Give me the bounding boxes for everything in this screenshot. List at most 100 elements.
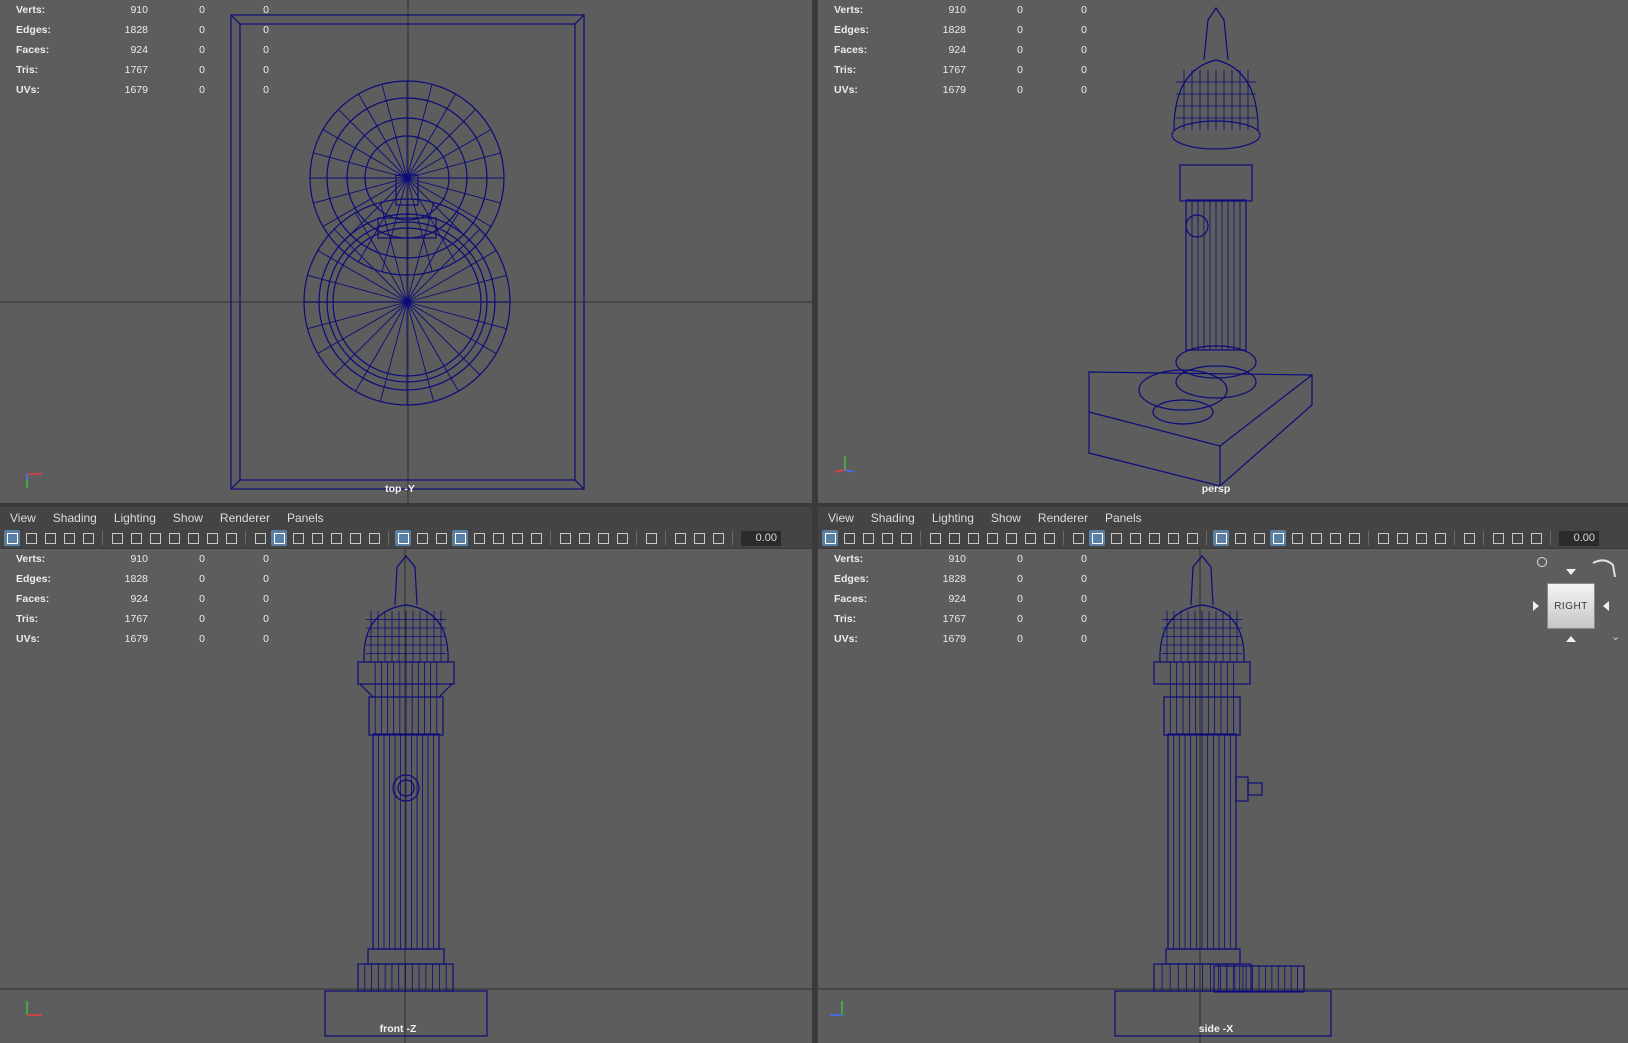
menu-show[interactable]: Show bbox=[173, 511, 203, 525]
viewcube-rotate-icon[interactable] bbox=[1589, 557, 1619, 587]
toolbar-tool-icon-10[interactable] bbox=[204, 530, 220, 546]
viewcube-arrow-down-icon[interactable] bbox=[1566, 636, 1576, 642]
viewcube[interactable]: RIGHT ⌄ bbox=[1533, 557, 1628, 647]
toolbar-tool-icon-19[interactable] bbox=[1213, 530, 1229, 546]
toolbar-tool-icon-33[interactable] bbox=[1509, 530, 1525, 546]
toolbar-tool-icon-31[interactable] bbox=[1461, 530, 1477, 546]
toolbar-tool-icon-6[interactable] bbox=[128, 530, 144, 546]
toolbar-tool-icon-22[interactable] bbox=[452, 530, 468, 546]
toolbar-tool-icon-28[interactable] bbox=[576, 530, 592, 546]
viewport-top[interactable]: Verts: 910 0 0 Edges: 1828 0 0 Faces: 924 0 0 Tris: 1… bbox=[0, 0, 812, 503]
toolbar-tool-icon-16[interactable] bbox=[1146, 530, 1162, 546]
viewcube-face-right[interactable]: RIGHT bbox=[1547, 583, 1595, 629]
toolbar-tool-icon-19[interactable] bbox=[395, 530, 411, 546]
menu-view[interactable]: View bbox=[10, 511, 36, 525]
exposure-field[interactable]: 0.00 bbox=[1559, 530, 1599, 546]
toolbar-tool-icon-0[interactable] bbox=[822, 530, 838, 546]
viewport-toolbar-side: 0.00 bbox=[818, 528, 1628, 548]
toolbar-tool-icon-10[interactable] bbox=[1022, 530, 1038, 546]
toolbar-tool-icon-16[interactable] bbox=[328, 530, 344, 546]
toolbar-tool-icon-21[interactable] bbox=[1251, 530, 1267, 546]
toolbar-tool-icon-32[interactable] bbox=[1490, 530, 1506, 546]
toolbar-tool-icon-29[interactable] bbox=[595, 530, 611, 546]
toolbar-tool-icon-7[interactable] bbox=[965, 530, 981, 546]
toolbar-tool-icon-4[interactable] bbox=[898, 530, 914, 546]
viewcube-arrow-left-icon[interactable] bbox=[1533, 601, 1539, 611]
toolbar-tool-icon-20[interactable] bbox=[1232, 530, 1248, 546]
viewport-front[interactable]: Verts: 910 0 0 Edges: 1828 0 0 Faces: 924 0 0 Tris: 1… bbox=[0, 549, 812, 1043]
toolbar-tool-icon-25[interactable] bbox=[1327, 530, 1343, 546]
toolbar-tool-icon-26[interactable] bbox=[528, 530, 544, 546]
toolbar-tool-icon-4[interactable] bbox=[80, 530, 96, 546]
toolbar-tool-icon-27[interactable] bbox=[557, 530, 573, 546]
toolbar-tool-icon-29[interactable] bbox=[1413, 530, 1429, 546]
toolbar-tool-icon-8[interactable] bbox=[166, 530, 182, 546]
toolbar-tool-icon-22[interactable] bbox=[1270, 530, 1286, 546]
toolbar-tool-icon-34[interactable] bbox=[1528, 530, 1544, 546]
toolbar-tool-icon-14[interactable] bbox=[1108, 530, 1124, 546]
toolbar-tool-icon-7[interactable] bbox=[147, 530, 163, 546]
toolbar-tool-icon-9[interactable] bbox=[185, 530, 201, 546]
toolbar-tool-icon-20[interactable] bbox=[414, 530, 430, 546]
toolbar-tool-icon-2[interactable] bbox=[860, 530, 876, 546]
toolbar-tool-icon-2[interactable] bbox=[42, 530, 58, 546]
toolbar-tool-icon-3[interactable] bbox=[879, 530, 895, 546]
toolbar-tool-icon-15[interactable] bbox=[309, 530, 325, 546]
toolbar-tool-icon-1[interactable] bbox=[23, 530, 39, 546]
viewcube-home-icon[interactable] bbox=[1537, 557, 1547, 567]
menu-renderer[interactable]: Renderer bbox=[220, 511, 270, 525]
toolbar-tool-icon-28[interactable] bbox=[1394, 530, 1410, 546]
stat-row: Edges: 1828 0 0 bbox=[834, 573, 1134, 593]
toolbar-tool-icon-15[interactable] bbox=[1127, 530, 1143, 546]
menu-shading[interactable]: Shading bbox=[871, 511, 915, 525]
toolbar-tool-icon-23[interactable] bbox=[471, 530, 487, 546]
toolbar-tool-icon-18[interactable] bbox=[366, 530, 382, 546]
menu-panels[interactable]: Panels bbox=[1105, 511, 1142, 525]
toolbar-tool-icon-32[interactable] bbox=[672, 530, 688, 546]
viewcube-menu-chevron-icon[interactable]: ⌄ bbox=[1611, 630, 1620, 643]
toolbar-tool-icon-6[interactable] bbox=[946, 530, 962, 546]
toolbar-tool-icon-0[interactable] bbox=[4, 530, 20, 546]
toolbar-tool-icon-3[interactable] bbox=[61, 530, 77, 546]
toolbar-tool-icon-1[interactable] bbox=[841, 530, 857, 546]
toolbar-tool-icon-11[interactable] bbox=[223, 530, 239, 546]
menu-view[interactable]: View bbox=[828, 511, 854, 525]
viewcube-arrow-up-icon[interactable] bbox=[1566, 569, 1576, 575]
menu-shading[interactable]: Shading bbox=[53, 511, 97, 525]
toolbar-tool-icon-17[interactable] bbox=[347, 530, 363, 546]
toolbar-tool-icon-26[interactable] bbox=[1346, 530, 1362, 546]
toolbar-tool-icon-33[interactable] bbox=[691, 530, 707, 546]
toolbar-tool-icon-11[interactable] bbox=[1041, 530, 1057, 546]
toolbar-tool-icon-34[interactable] bbox=[710, 530, 726, 546]
menu-lighting[interactable]: Lighting bbox=[114, 511, 156, 525]
toolbar-tool-icon-21[interactable] bbox=[433, 530, 449, 546]
menu-renderer[interactable]: Renderer bbox=[1038, 511, 1088, 525]
toolbar-tool-icon-5[interactable] bbox=[109, 530, 125, 546]
toolbar-tool-icon-13[interactable] bbox=[1089, 530, 1105, 546]
toolbar-tool-icon-5[interactable] bbox=[927, 530, 943, 546]
toolbar-tool-icon-25[interactable] bbox=[509, 530, 525, 546]
toolbar-tool-icon-31[interactable] bbox=[643, 530, 659, 546]
toolbar-tool-icon-27[interactable] bbox=[1375, 530, 1391, 546]
toolbar-tool-icon-24[interactable] bbox=[490, 530, 506, 546]
toolbar-tool-icon-8[interactable] bbox=[984, 530, 1000, 546]
toolbar-tool-icon-24[interactable] bbox=[1308, 530, 1324, 546]
toolbar-tool-icon-17[interactable] bbox=[1165, 530, 1181, 546]
toolbar-tool-icon-30[interactable] bbox=[614, 530, 630, 546]
toolbar-tool-icon-13[interactable] bbox=[271, 530, 287, 546]
menu-show[interactable]: Show bbox=[991, 511, 1021, 525]
exposure-field[interactable]: 0.00 bbox=[741, 530, 781, 546]
stat-row: Tris: 1767 0 0 bbox=[16, 613, 316, 633]
toolbar-tool-icon-9[interactable] bbox=[1003, 530, 1019, 546]
menu-lighting[interactable]: Lighting bbox=[932, 511, 974, 525]
viewport-side[interactable]: Verts: 910 0 0 Edges: 1828 0 0 Faces: 924 0 0 Tris: 1… bbox=[818, 549, 1628, 1043]
toolbar-tool-icon-12[interactable] bbox=[252, 530, 268, 546]
viewport-persp[interactable]: Verts: 910 0 0 Edges: 1828 0 0 Faces: 924 0 0 Tris: 1… bbox=[818, 0, 1628, 503]
toolbar-tool-icon-30[interactable] bbox=[1432, 530, 1448, 546]
viewcube-arrow-right-icon[interactable] bbox=[1603, 601, 1609, 611]
toolbar-tool-icon-12[interactable] bbox=[1070, 530, 1086, 546]
toolbar-tool-icon-18[interactable] bbox=[1184, 530, 1200, 546]
toolbar-tool-icon-23[interactable] bbox=[1289, 530, 1305, 546]
menu-panels[interactable]: Panels bbox=[287, 511, 324, 525]
toolbar-tool-icon-14[interactable] bbox=[290, 530, 306, 546]
